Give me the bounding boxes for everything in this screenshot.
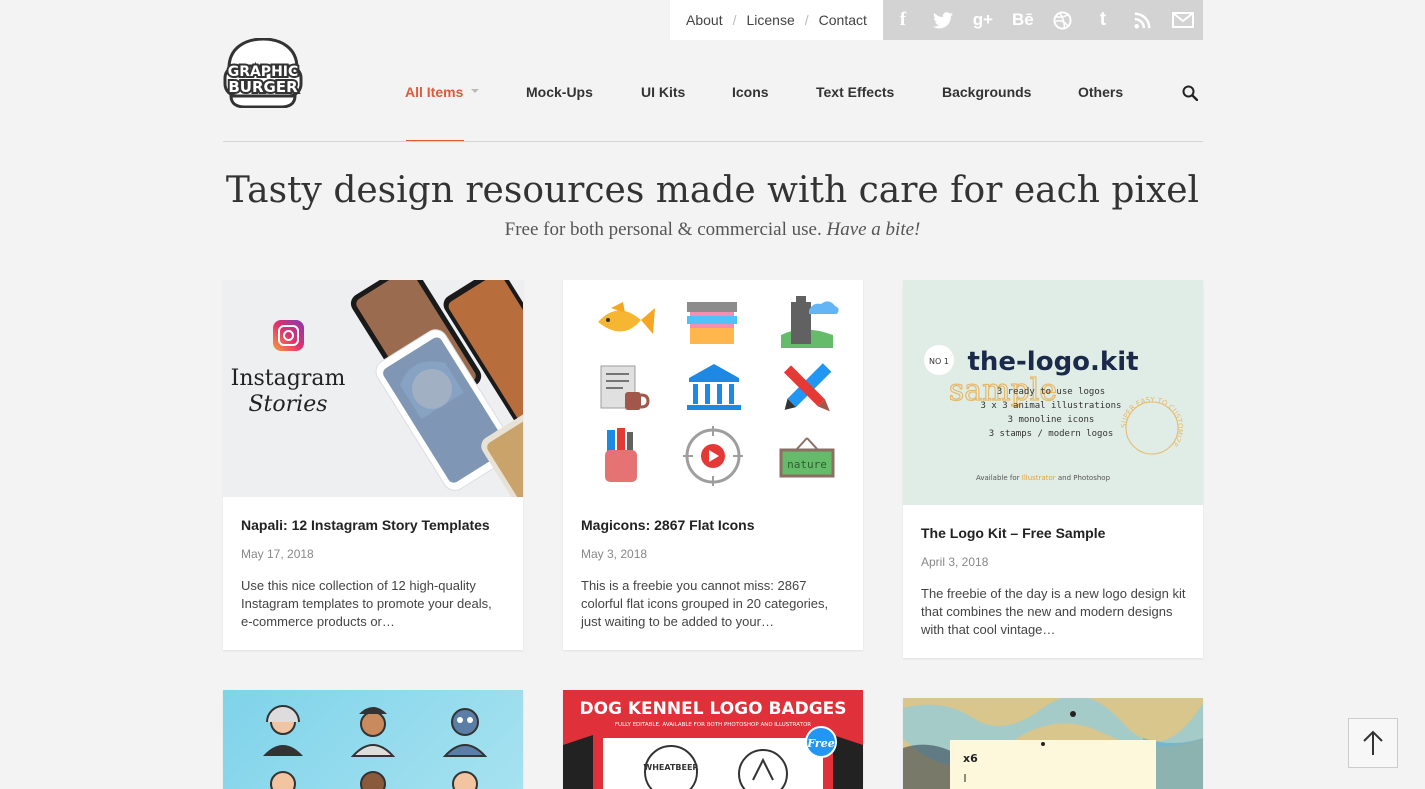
post-date: May 17, 2018	[241, 547, 314, 561]
social-links: f g+ Bē t	[882, 0, 1203, 40]
page-subtitle: Free for both personal & commercial use.…	[0, 219, 1425, 241]
post-thumbnail[interactable]: NO 1 the-logo.kit sample 3 ready to use …	[903, 280, 1203, 505]
google-plus-glyph: g+	[972, 10, 994, 29]
thumb-line: 3 x 3 animal illustrations	[981, 401, 1122, 411]
thumb-line: 3 ready to use logos	[997, 387, 1105, 397]
behance-icon[interactable]: Bē	[1002, 0, 1043, 40]
facebook-glyph: f	[899, 9, 907, 30]
thumb-avail-a: Illustrator	[1022, 474, 1056, 482]
header-divider	[223, 141, 1203, 142]
thumb-sign: nature	[787, 458, 827, 471]
post-excerpt: This is a freebie you cannot miss: 2867 …	[581, 578, 829, 629]
subtitle-emphasis: Have a bite!	[826, 219, 921, 240]
post-card[interactable]: NO 1 the-logo.kit sample 3 ready to use …	[903, 280, 1203, 658]
email-icon[interactable]	[1162, 0, 1203, 40]
thumb-label: x6	[963, 752, 978, 765]
twitter-icon[interactable]	[922, 0, 963, 40]
thumb-line: 3 stamps / modern logos	[989, 429, 1114, 439]
contact-link[interactable]: Contact	[819, 12, 867, 28]
thumb-text-2: Stories	[248, 392, 327, 417]
tumblr-icon[interactable]: t	[1082, 0, 1123, 40]
post-title[interactable]: Napali: 12 Instagram Story Templates	[241, 517, 490, 533]
thumb-avail-b: Photoshop	[1073, 474, 1110, 482]
main-nav: All Items Mock-Ups UI Kits Icons Text Ef…	[0, 84, 1425, 104]
back-to-top-button[interactable]	[1348, 718, 1398, 768]
post-card[interactable]	[223, 690, 523, 789]
chevron-down-icon	[471, 89, 480, 94]
arrow-up-icon	[1363, 730, 1383, 755]
facebook-icon[interactable]: f	[882, 0, 923, 40]
thumb-badge: NO 1	[929, 357, 949, 366]
nav-item-all-items[interactable]: All Items	[405, 84, 480, 100]
separator: /	[804, 12, 809, 28]
nav-item-others[interactable]: Others	[1078, 84, 1123, 100]
top-links: About / License / Contact	[670, 0, 883, 40]
post-date: April 3, 2018	[921, 555, 989, 569]
thumb-avail-mid: and	[1058, 474, 1071, 482]
about-link[interactable]: About	[686, 12, 723, 28]
post-date: May 3, 2018	[581, 547, 648, 561]
thumb-stamp: WHEATBEER	[643, 763, 698, 772]
license-link[interactable]: License	[746, 12, 794, 28]
top-bar: About / License / Contact f g+ Bē t	[670, 0, 1203, 40]
dribbble-icon[interactable]	[1042, 0, 1083, 40]
thumb-sub: FULLY EDITABLE. AVAILABLE FOR BOTH PHOTO…	[615, 722, 811, 728]
svg-text:Available for Illustrator and: Available for Illustrator and Photoshop	[976, 474, 1111, 482]
post-card[interactable]: DOG KENNEL LOGO BADGES FULLY EDITABLE. A…	[563, 690, 863, 789]
post-thumbnail[interactable]	[223, 690, 523, 789]
behance-glyph: Bē	[1012, 10, 1034, 29]
rss-icon[interactable]	[1122, 0, 1163, 40]
nav-item-label: All Items	[405, 84, 464, 100]
nav-item-mock-ups[interactable]: Mock-Ups	[526, 84, 593, 100]
post-excerpt: The freebie of the day is a new logo des…	[921, 586, 1186, 637]
search-icon[interactable]	[1182, 85, 1199, 106]
nav-item-icons[interactable]: Icons	[732, 84, 769, 100]
nav-item-ui-kits[interactable]: UI Kits	[641, 84, 685, 100]
post-card[interactable]: x6	[903, 698, 1203, 789]
post-thumbnail[interactable]: x6	[903, 698, 1203, 789]
post-thumbnail[interactable]: Instagram Stories	[223, 280, 523, 497]
post-title[interactable]: Magicons: 2867 Flat Icons	[581, 517, 755, 533]
nav-item-text-effects[interactable]: Text Effects	[816, 84, 894, 100]
thumb-title: DOG KENNEL LOGO BADGES	[579, 699, 846, 719]
tumblr-glyph: t	[1099, 9, 1107, 30]
thumb-avail-prefix: Available for	[976, 474, 1020, 482]
subtitle-text: Free for both personal & commercial use.	[504, 219, 822, 240]
separator: /	[732, 12, 737, 28]
google-plus-icon[interactable]: g+	[962, 0, 1003, 40]
post-thumbnail[interactable]: nature	[563, 280, 863, 497]
thumb-text-1: Instagram	[231, 366, 346, 391]
post-excerpt: Use this nice collection of 12 high-qual…	[241, 578, 492, 629]
thumb-line: 3 monoline icons	[1008, 415, 1095, 425]
page-title: Tasty design resources made with care fo…	[225, 170, 1200, 211]
thumb-badge: Free	[806, 737, 834, 750]
post-thumbnail[interactable]: DOG KENNEL LOGO BADGES FULLY EDITABLE. A…	[563, 690, 863, 789]
post-card[interactable]: nature Magicons: 2867 Flat Icons May 3, …	[563, 280, 863, 650]
post-card[interactable]: Instagram Stories Napali: 12 Instagram S…	[223, 280, 523, 650]
post-title[interactable]: The Logo Kit – Free Sample	[921, 525, 1105, 541]
nav-item-backgrounds[interactable]: Backgrounds	[942, 84, 1031, 100]
